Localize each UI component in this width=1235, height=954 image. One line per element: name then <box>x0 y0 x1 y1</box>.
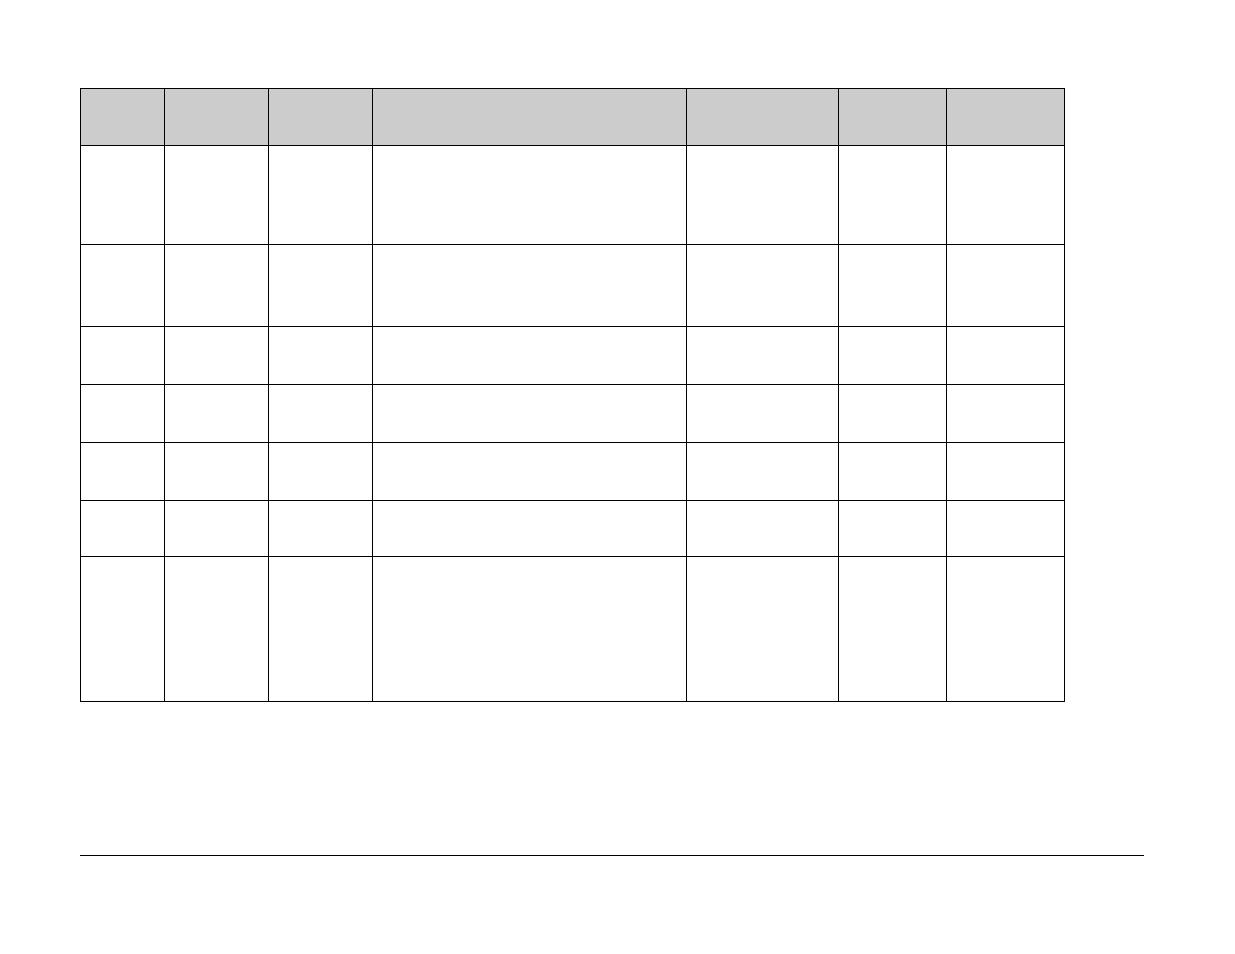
cell <box>81 557 165 702</box>
cell <box>373 146 687 245</box>
cell <box>947 327 1065 385</box>
cell <box>165 443 269 501</box>
cell <box>947 385 1065 443</box>
cell <box>373 501 687 557</box>
cell <box>81 327 165 385</box>
cell <box>165 146 269 245</box>
cell <box>839 443 947 501</box>
cell <box>947 557 1065 702</box>
cell <box>373 245 687 327</box>
header-cell-0 <box>81 89 165 146</box>
header-row <box>81 89 1065 146</box>
cell <box>165 501 269 557</box>
data-table <box>80 88 1065 702</box>
cell <box>269 501 373 557</box>
page <box>0 0 1235 954</box>
header-cell-2 <box>269 89 373 146</box>
cell <box>81 501 165 557</box>
cell <box>839 385 947 443</box>
table-row <box>81 327 1065 385</box>
table-row <box>81 146 1065 245</box>
header-cell-5 <box>839 89 947 146</box>
cell <box>81 385 165 443</box>
cell <box>373 327 687 385</box>
cell <box>373 443 687 501</box>
cell <box>947 443 1065 501</box>
cell <box>373 557 687 702</box>
cell <box>269 557 373 702</box>
cell <box>373 385 687 443</box>
cell <box>165 385 269 443</box>
table-head <box>81 89 1065 146</box>
cell <box>947 146 1065 245</box>
cell <box>81 245 165 327</box>
header-cell-3 <box>373 89 687 146</box>
cell <box>839 327 947 385</box>
cell <box>269 327 373 385</box>
cell <box>839 146 947 245</box>
cell <box>839 557 947 702</box>
footer-divider <box>80 855 1144 856</box>
cell <box>165 327 269 385</box>
cell <box>687 557 839 702</box>
cell <box>687 501 839 557</box>
table-row <box>81 501 1065 557</box>
table-body <box>81 146 1065 702</box>
cell <box>81 443 165 501</box>
header-cell-4 <box>687 89 839 146</box>
cell <box>687 327 839 385</box>
cell <box>269 245 373 327</box>
cell <box>269 385 373 443</box>
cell <box>687 385 839 443</box>
cell <box>687 443 839 501</box>
header-cell-6 <box>947 89 1065 146</box>
table-row <box>81 443 1065 501</box>
cell <box>165 557 269 702</box>
cell <box>947 501 1065 557</box>
cell <box>839 501 947 557</box>
cell <box>947 245 1065 327</box>
table-row <box>81 385 1065 443</box>
cell <box>839 245 947 327</box>
cell <box>687 245 839 327</box>
cell <box>269 146 373 245</box>
cell <box>165 245 269 327</box>
table-row <box>81 245 1065 327</box>
cell <box>269 443 373 501</box>
header-cell-1 <box>165 89 269 146</box>
table-row <box>81 557 1065 702</box>
cell <box>687 146 839 245</box>
cell <box>81 146 165 245</box>
